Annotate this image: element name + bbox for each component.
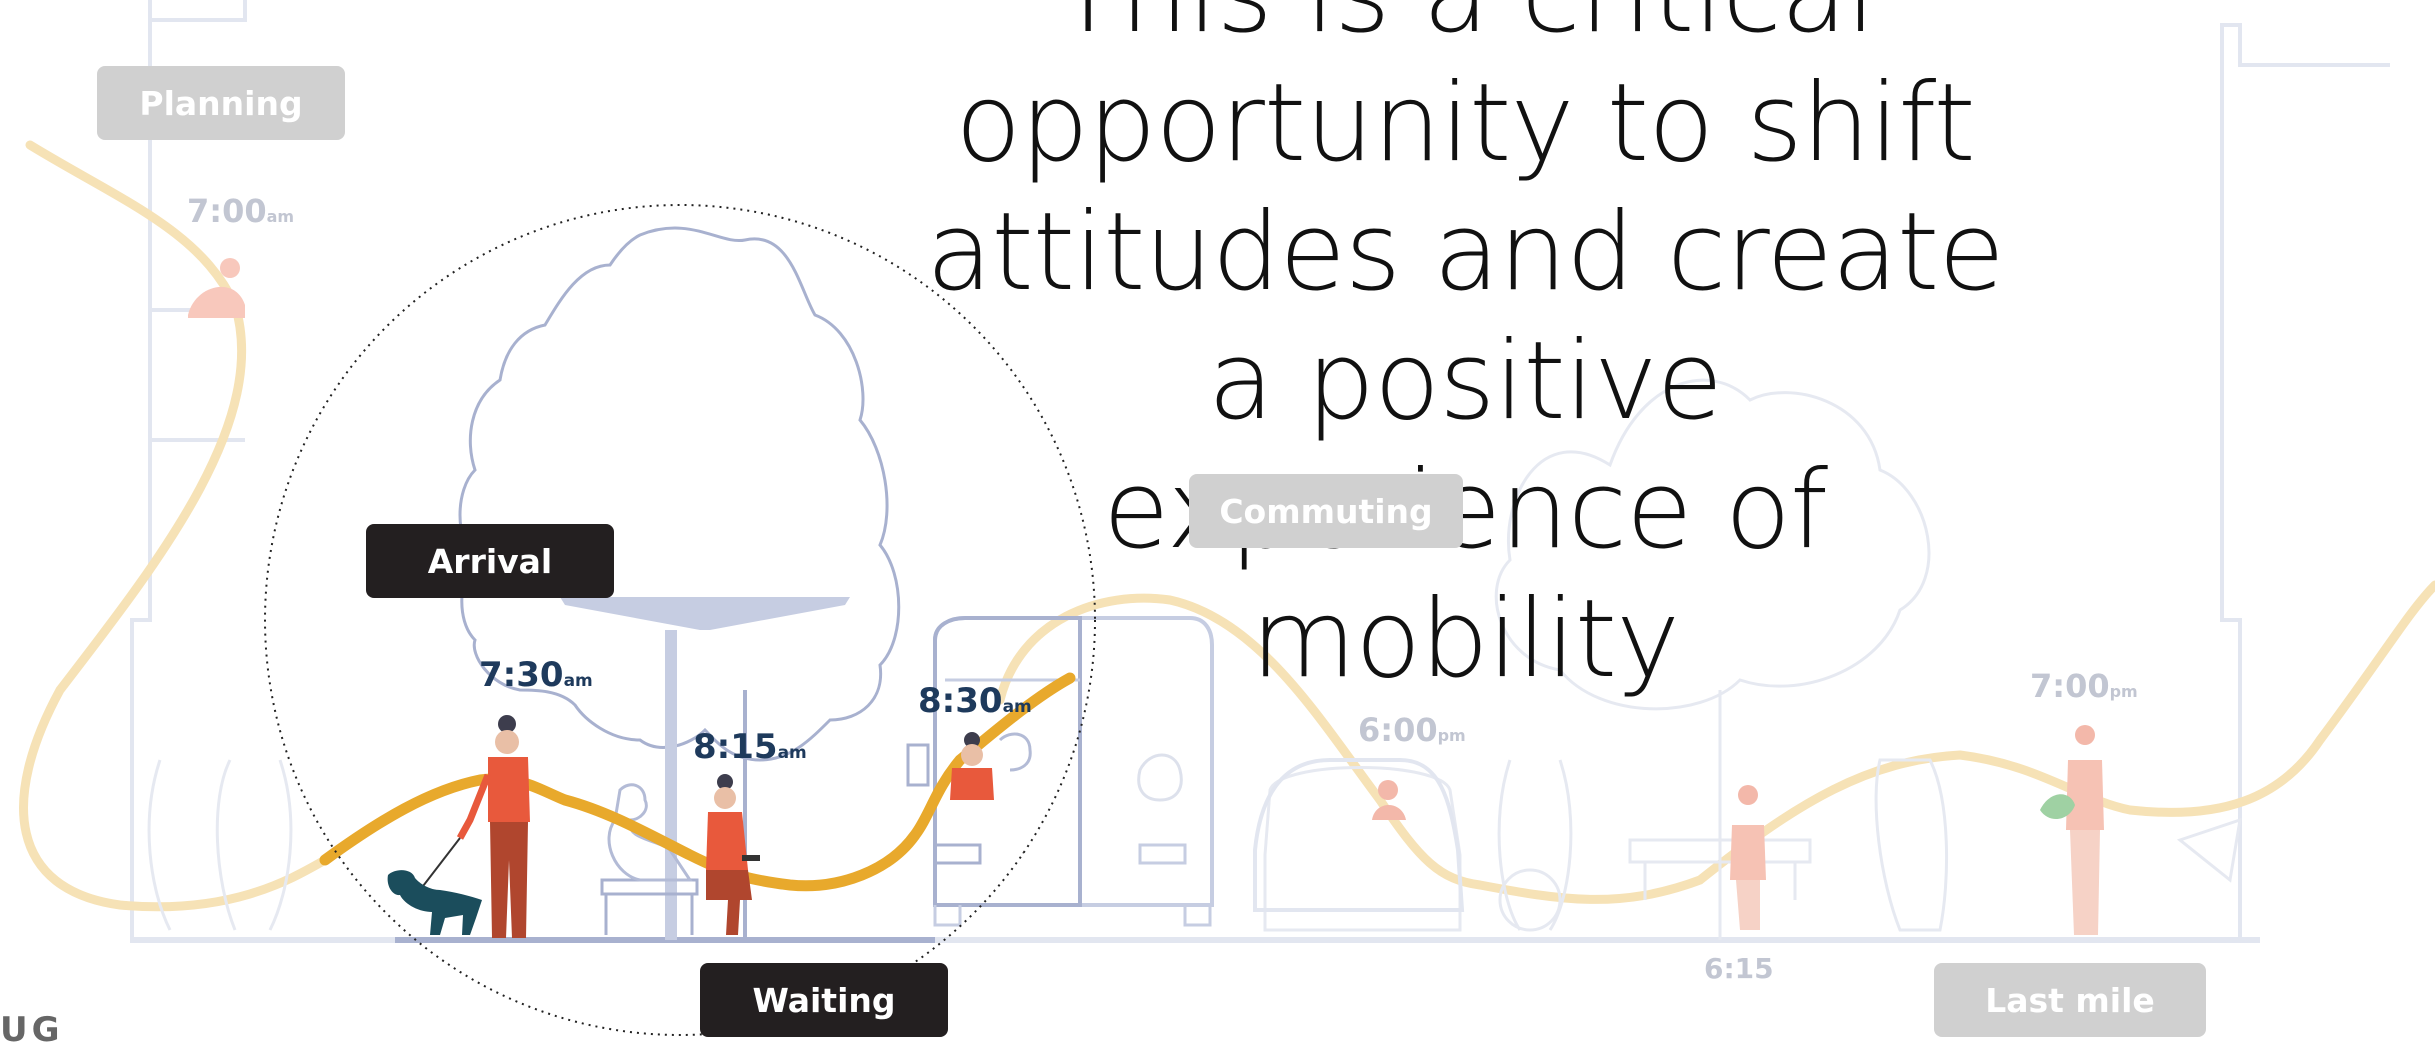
tag-planning: Planning (97, 66, 345, 140)
dog (387, 870, 482, 935)
tag-commuting: Commuting (1189, 474, 1463, 548)
time-label-815am: 8:15am (693, 727, 807, 767)
left-building (130, 0, 247, 940)
time-label-700am: 7:00am (187, 192, 295, 230)
logo-text-fragment: UG (0, 1010, 64, 1050)
shelter-bench (600, 878, 699, 935)
time-label-600pm: 6:00pm (1358, 711, 1466, 749)
tag-waiting: Waiting (700, 963, 948, 1037)
time-label-615: 6:15 (1704, 952, 1774, 985)
tag-arrival: Arrival (366, 524, 614, 598)
headline: This is a critical opportunity to shift … (926, 0, 2005, 702)
person-sitting (706, 774, 760, 935)
time-label-830am: 8:30am (918, 681, 1032, 721)
tag-last-mile: Last mile (1934, 963, 2206, 1037)
time-label-730am: 7:30am (479, 655, 593, 695)
time-label-700pm: 7:00pm (2030, 667, 2138, 705)
car (1253, 758, 1465, 912)
